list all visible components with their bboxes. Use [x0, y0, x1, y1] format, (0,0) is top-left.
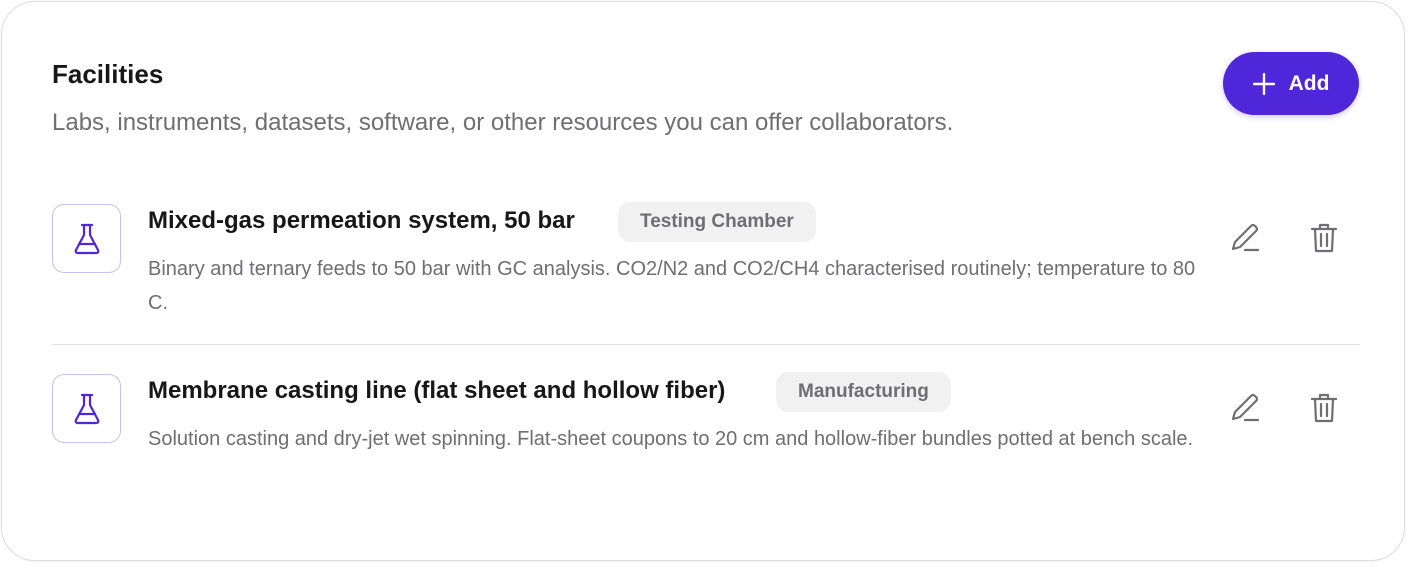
edit-button[interactable]: [1222, 216, 1266, 260]
add-facility-button[interactable]: Add: [1223, 52, 1359, 115]
pencil-icon: [1231, 393, 1260, 422]
trash-icon: [1310, 393, 1338, 423]
plus-icon: [1252, 72, 1275, 95]
add-button-label: Add: [1288, 71, 1330, 95]
facility-category-badge: Manufacturing: [776, 372, 951, 412]
flask-icon: [74, 223, 99, 254]
section-title: Facilities: [52, 59, 164, 89]
item-divider: [52, 344, 1360, 345]
facility-title: Mixed-gas permeation system, 50 bar: [148, 207, 575, 234]
facility-description: Solution casting and dry-jet wet spinnin…: [148, 428, 1194, 450]
facility-icon-box: [52, 204, 121, 273]
facility-title: Membrane casting line (flat sheet and ho…: [148, 377, 726, 404]
edit-button[interactable]: [1222, 386, 1266, 430]
delete-button[interactable]: [1302, 386, 1346, 430]
section-subtitle: Labs, instruments, datasets, software, o…: [52, 109, 954, 136]
flask-icon: [74, 393, 99, 424]
facility-description: Binary and ternary feeds to 50 bar with …: [148, 258, 1196, 314]
pencil-icon: [1231, 223, 1260, 252]
facility-category-badge: Testing Chamber: [618, 202, 816, 242]
facilities-card: Facilities Labs, instruments, datasets, …: [1, 1, 1405, 561]
trash-icon: [1310, 223, 1338, 253]
facility-icon-box: [52, 374, 121, 443]
delete-button[interactable]: [1302, 216, 1346, 260]
